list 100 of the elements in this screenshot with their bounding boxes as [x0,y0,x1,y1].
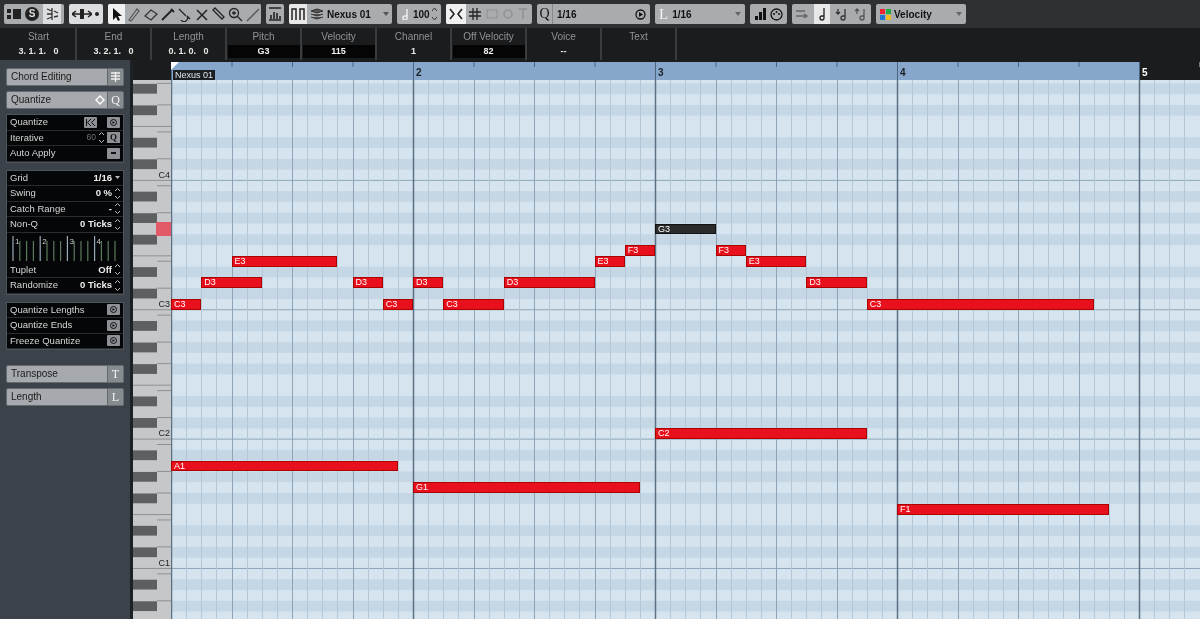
field-value[interactable]: 3. 1. 1. 0 [2,45,75,58]
midi-note[interactable]: D3 [352,277,383,289]
setting-label: Quantize Lengths [10,302,86,317]
solo-button[interactable]: S [25,7,39,21]
field-label: Channel [394,31,433,43]
glue-icon [177,6,192,22]
setting-value[interactable]: 60 [86,131,96,145]
field-value[interactable]: 82 [452,45,525,58]
setting-value[interactable]: 0 Ticks [79,278,112,293]
trim-mode-icon [518,8,528,20]
cross-icon [194,6,209,22]
ruler-ticks-icon [171,60,1200,80]
setting-value[interactable]: 1/16 [93,170,112,185]
dash-icon [111,152,116,155]
midi-note[interactable]: D3 [413,277,444,289]
tool-button[interactable] [227,4,244,24]
apply-button[interactable] [107,304,120,316]
pencil-icon [126,6,141,22]
reset-button[interactable] [84,116,97,128]
setting-label: Non-Q [10,217,39,232]
spinner-icon [115,264,120,276]
field-label: Length [173,31,204,43]
chord-icon [111,72,120,82]
midi-note[interactable]: G1 [413,482,640,493]
setting-label: Grid [10,170,29,185]
section-header[interactable]: Quantize Q [6,91,124,109]
spinner-icon [431,8,437,20]
caret-icon [115,176,120,180]
quantize-button[interactable]: Q [537,4,553,24]
length-quantize-selector[interactable]: 1/16 [672,4,741,24]
field-value[interactable]: 1 [377,45,450,58]
grid-icon [469,8,481,20]
field-value[interactable]: -- [527,45,600,58]
section-header[interactable]: Length L [6,388,124,406]
setting-value[interactable]: 0 % [95,186,112,201]
bar-number: 2 [416,66,422,80]
midi-note[interactable]: D3 [201,277,262,289]
midi-note[interactable]: F3 [715,245,746,256]
corner-icon [171,62,179,70]
bar-number: 3 [658,66,664,80]
knife-icon [160,6,175,22]
midi-note[interactable]: E3 [594,255,625,267]
stack-icon [310,8,324,20]
section-header[interactable]: Transpose T [6,365,124,383]
beat-label: 3 [69,235,74,248]
setting-value[interactable]: Off [98,262,112,277]
beat-label: 4 [96,235,102,248]
midi-note[interactable]: F1 [897,503,1109,515]
midi-note[interactable]: A1 [171,460,398,472]
setting-label: Tuplet [10,262,38,277]
field-value[interactable]: G3 [227,45,300,58]
field-label: Velocity [321,31,356,43]
iterative-button[interactable]: Q [107,132,120,144]
field-value[interactable]: 0. 1. 0. 0 [152,45,225,58]
spinner-icon [99,132,104,144]
midi-note[interactable]: C3 [866,298,1094,310]
quantize-preset[interactable]: 1/16 [553,4,650,24]
setting-value[interactable]: 0 Ticks [79,217,112,232]
midi-note[interactable]: C3 [382,298,413,310]
field-label: Voice [551,31,576,43]
shortcut-label: L [107,389,123,405]
apply-button[interactable] [107,319,120,331]
setting-value[interactable]: - [108,201,112,216]
insert-icon [795,8,809,20]
caret-icon [383,12,389,16]
length-quantize-label: L [659,4,669,24]
beat-label: 2 [42,235,47,248]
setting-label: Iterative [10,130,45,145]
midi-note[interactable]: G3 [655,223,716,235]
apply-button[interactable] [107,335,120,347]
autoscroll-icon [72,8,92,20]
cycle-icon [502,8,514,20]
midi-note[interactable]: C3 [171,298,202,310]
key-label: C4 [158,169,170,180]
field-value[interactable]: 3. 2. 1. 0 [77,45,150,58]
setting-label: Quantize Ends [10,318,74,333]
setting-label: Auto Apply [10,146,57,161]
note-down-icon [835,7,849,21]
midi-note[interactable]: E3 [745,255,807,267]
tool-button[interactable] [108,4,125,24]
shortcut-label: Q [107,92,123,108]
midi-note[interactable]: C3 [443,298,504,310]
play-icon [110,321,117,329]
note-up-icon [854,7,868,21]
quantize-apply-button[interactable] [107,116,120,128]
midi-note[interactable]: D3 [806,277,867,289]
setting-label: Randomize [10,278,60,293]
midi-note[interactable]: D3 [503,277,595,289]
trim-icon [211,6,226,22]
midi-note[interactable]: C2 [655,428,867,440]
field-label: Text [629,31,648,43]
reset-icon [86,118,95,126]
field-label: Off Velocity [463,31,514,43]
auto-apply-toggle[interactable] [107,147,120,159]
field-value[interactable]: 115 [302,45,375,58]
zoom-icon [228,6,243,22]
midi-note[interactable]: F3 [624,245,655,256]
section-header[interactable]: Chord Editing [6,68,124,86]
spinner-icon [115,187,120,199]
midi-note[interactable]: E3 [231,255,338,267]
